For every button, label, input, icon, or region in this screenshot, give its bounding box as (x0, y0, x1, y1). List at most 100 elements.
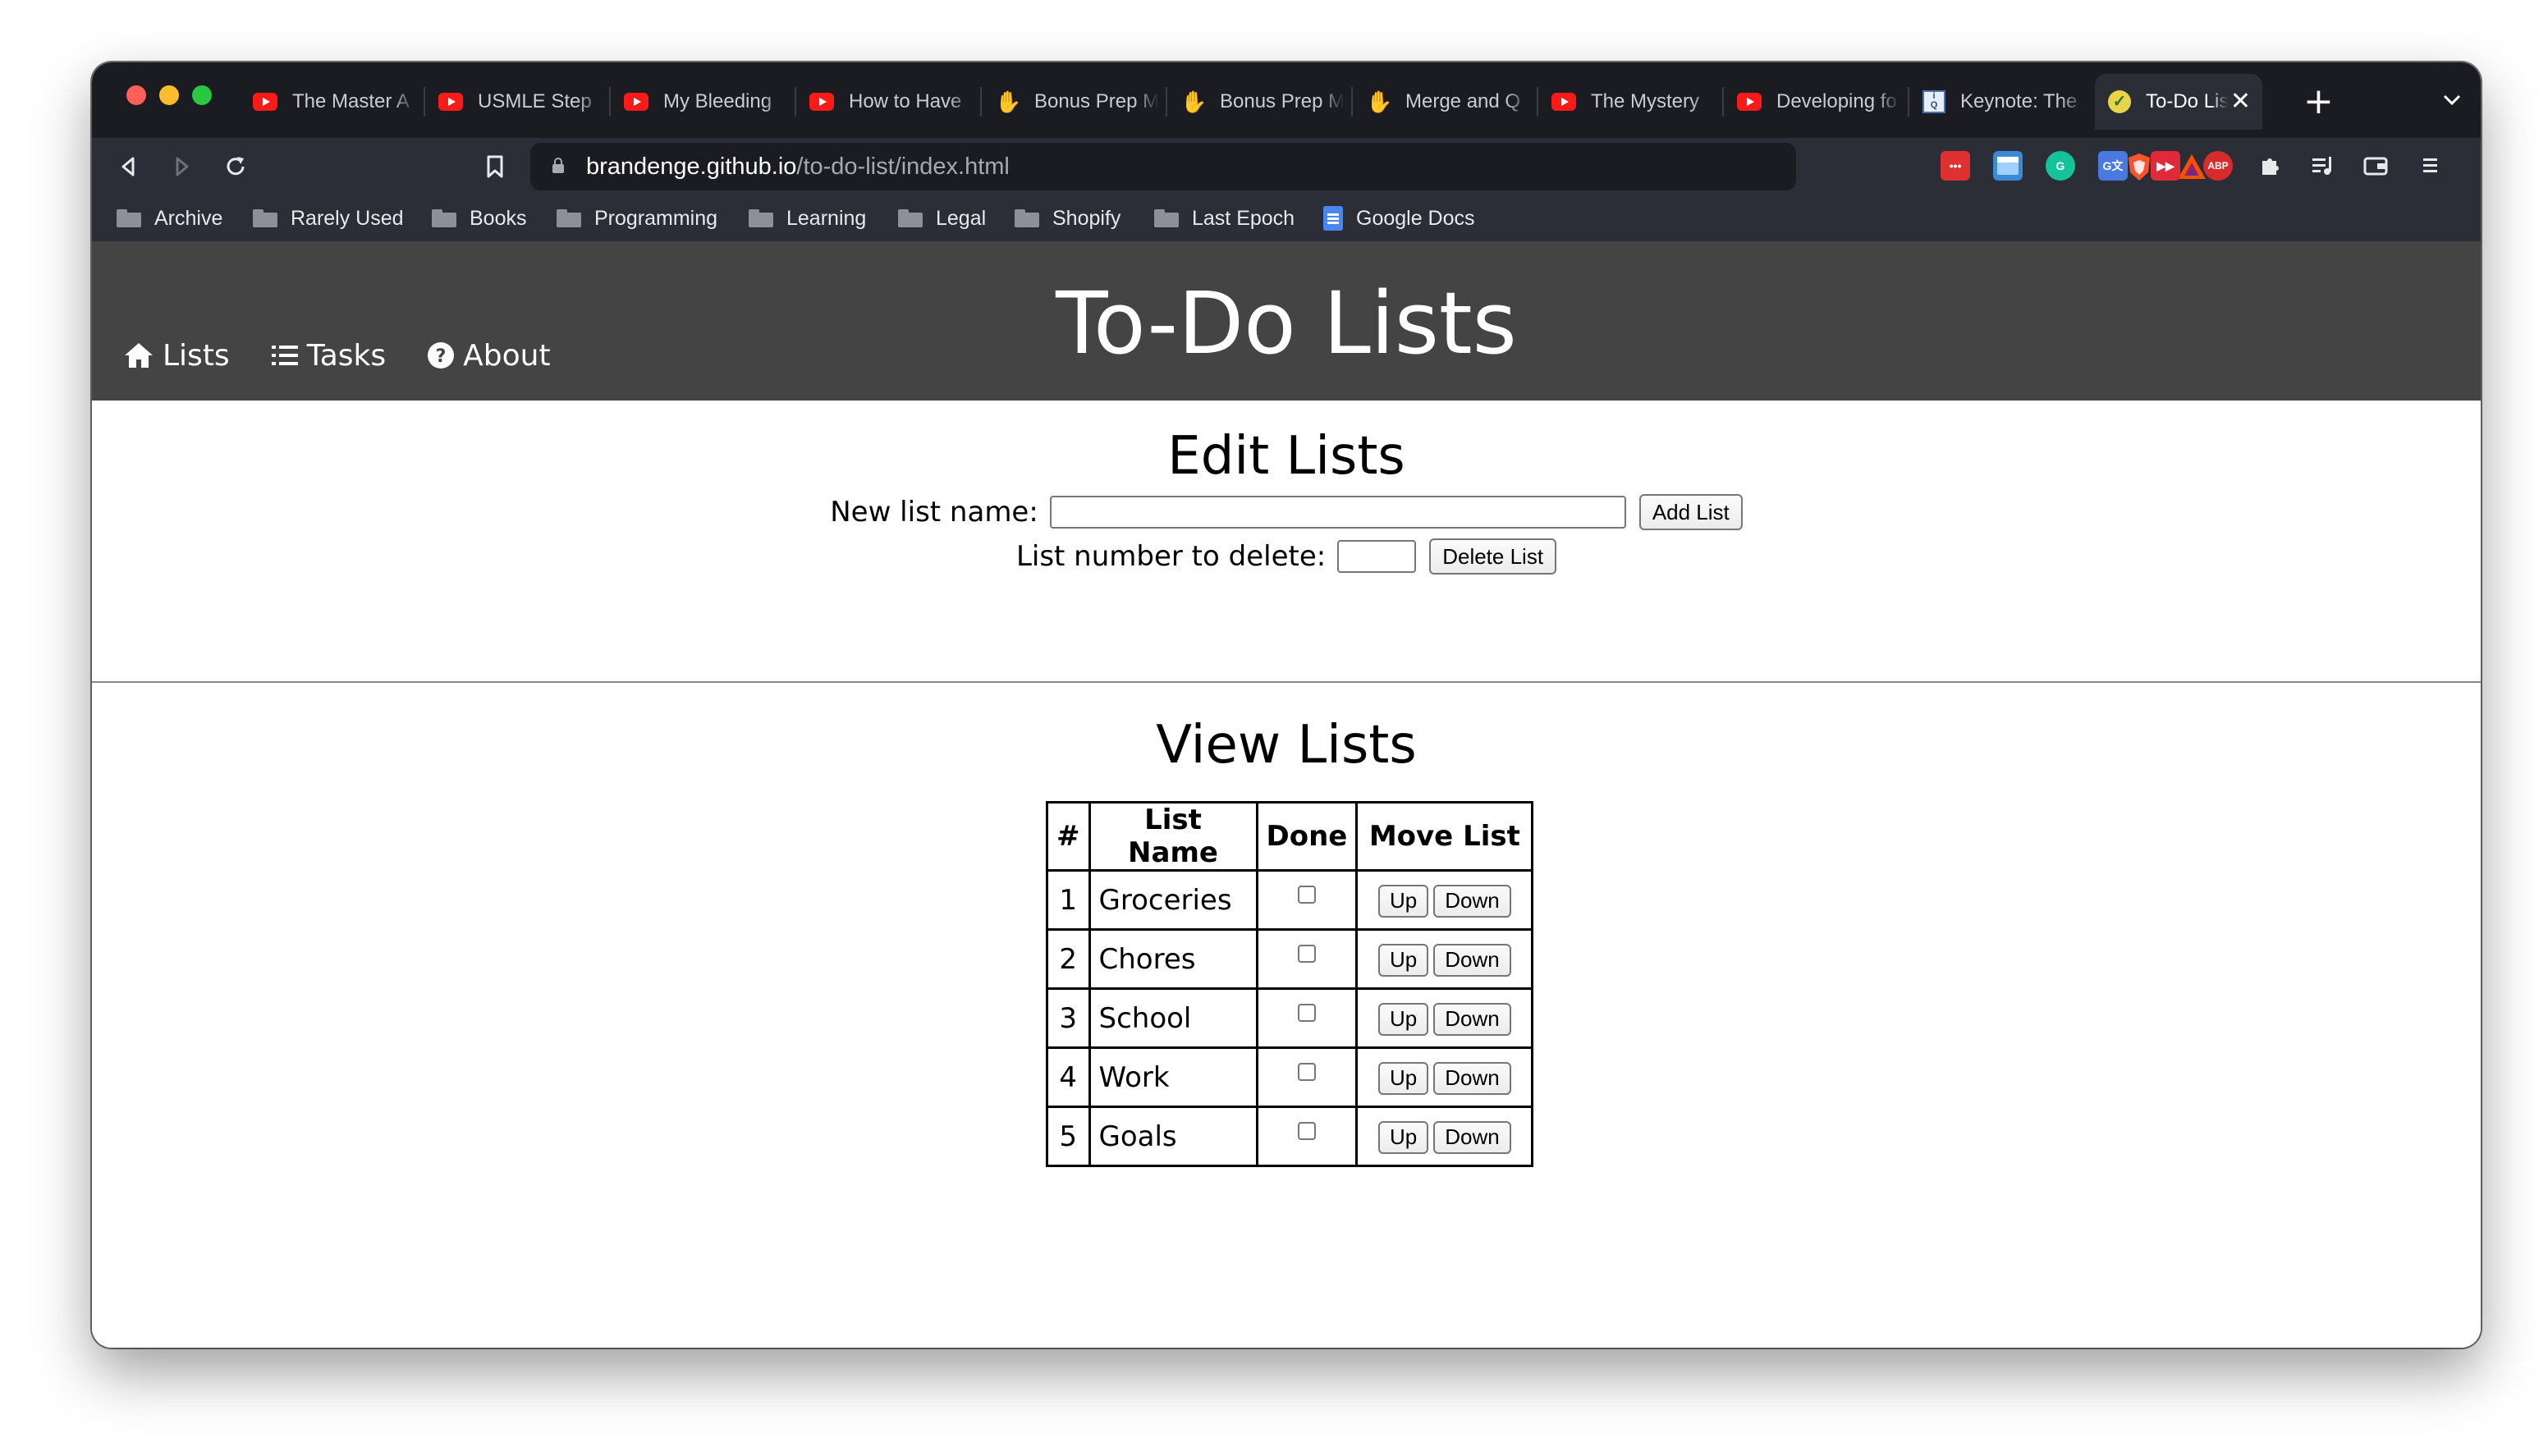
browser-tab[interactable]: My Bleeding (611, 74, 795, 130)
todo-check-icon: ✓ (2108, 90, 2131, 113)
bookmark-folder[interactable]: Shopify (1015, 202, 1120, 235)
minimize-window-button[interactable] (159, 85, 179, 105)
list-number: 3 (1046, 987, 1091, 1049)
browser-tab[interactable]: ✋ Bonus Prep M (982, 74, 1166, 130)
grammarly-extension-icon[interactable]: G (2046, 151, 2075, 181)
folder-icon (898, 209, 923, 227)
browser-tab[interactable]: The Mystery (1538, 74, 1722, 130)
move-up-button[interactable]: Up (1377, 943, 1429, 977)
column-header: Move List (1355, 801, 1534, 872)
hand-icon: ✋ (1366, 89, 1393, 114)
table-header-row: # List Name Done Move List (1046, 801, 1534, 872)
nav-tasks-link[interactable]: Tasks (271, 337, 386, 374)
hand-icon: ✋ (1180, 89, 1208, 114)
site-header: To-Do Lists Lists Tasks ? About (92, 241, 2481, 401)
video-speed-extension-icon[interactable]: ▶▶ (2151, 151, 2180, 181)
table-row: 2 Chores Up Down (1046, 928, 1534, 990)
menu-icon[interactable] (2415, 151, 2445, 181)
tab-title: The Mystery (1591, 90, 1700, 112)
forward-button[interactable] (161, 146, 202, 187)
tab-title: Bonus Prep M (1220, 90, 1345, 112)
list-name: Work (1088, 1046, 1258, 1108)
column-header: # (1046, 801, 1091, 872)
google-docs-icon (1323, 206, 1343, 231)
move-up-button[interactable]: Up (1377, 884, 1429, 918)
browser-tab[interactable]: Developing fo (1724, 74, 1908, 130)
list-number: 1 (1046, 869, 1091, 931)
bookmark-folder[interactable]: Legal (898, 202, 986, 235)
url-host: brandenge.github.io (586, 153, 797, 180)
delete-number-input[interactable] (1337, 540, 1417, 573)
browser-window: The Master A USMLE Step My Bleeding How … (92, 62, 2481, 1348)
tab-title: To-Do Lis (2146, 90, 2228, 112)
chevron-down-icon[interactable] (2440, 84, 2464, 117)
browser-tab[interactable]: ✋ Bonus Prep M (1167, 74, 1351, 130)
wallet-icon[interactable] (2361, 151, 2390, 181)
move-up-button[interactable]: Up (1377, 1002, 1429, 1036)
browser-tab-active[interactable]: ✓ To-Do Lis ✕ (2095, 74, 2262, 130)
done-checkbox[interactable] (1297, 1004, 1316, 1022)
move-up-button[interactable]: Up (1377, 1061, 1429, 1095)
site-nav: Lists Tasks ? About (123, 337, 592, 374)
move-down-button[interactable]: Down (1433, 884, 1511, 918)
list-name: School (1088, 987, 1258, 1049)
hamburger-icon (2423, 158, 2437, 172)
playlist-lines-icon (2312, 157, 2331, 175)
new-list-label: New list name: (830, 496, 1038, 529)
tab-title: Developing fo (1776, 90, 1897, 112)
browser-tab[interactable]: The Master A (240, 74, 424, 130)
fullscreen-window-button[interactable] (192, 85, 212, 105)
move-cell: Up Down (1355, 928, 1534, 990)
done-checkbox[interactable] (1297, 1122, 1316, 1140)
bookmark-folder[interactable]: Learning (749, 202, 866, 235)
window-extension-icon[interactable] (1993, 151, 2023, 181)
list-number: 2 (1046, 928, 1091, 990)
lists-table: # List Name Done Move List 1 Groceries U… (1046, 801, 1534, 1167)
address-bar[interactable]: brandenge.github.io/to-do-list/index.htm… (530, 143, 2206, 190)
bookmark-folder[interactable]: Archive (117, 202, 222, 235)
delete-list-button[interactable]: Delete List (1429, 538, 1557, 575)
done-cell (1255, 1106, 1359, 1167)
bookmark-folder[interactable]: Books (432, 202, 526, 235)
browser-tab[interactable]: ✋ Merge and Q (1353, 74, 1537, 130)
list-name: Groceries (1088, 869, 1258, 931)
close-window-button[interactable] (126, 85, 146, 105)
move-down-button[interactable]: Down (1433, 1120, 1511, 1154)
move-down-button[interactable]: Down (1433, 943, 1511, 977)
bookmark-google-docs[interactable]: Google Docs (1323, 202, 1475, 235)
youtube-icon (1551, 93, 1576, 111)
adblock-plus-extension-icon[interactable]: ABP (2203, 151, 2233, 181)
extensions-puzzle-icon[interactable] (2256, 151, 2285, 181)
move-down-button[interactable]: Down (1433, 1061, 1511, 1095)
nav-lists-link[interactable]: Lists (123, 337, 230, 374)
google-translate-extension-icon[interactable]: G文 (2098, 151, 2128, 181)
new-tab-button[interactable]: + (2303, 77, 2334, 126)
new-list-input[interactable] (1049, 496, 1626, 529)
browser-tab[interactable]: iQ Keynote: The (1909, 74, 2093, 130)
back-button[interactable] (108, 146, 149, 187)
close-tab-icon[interactable]: ✕ (2230, 85, 2251, 118)
done-checkbox[interactable] (1297, 945, 1316, 963)
view-lists-heading: View Lists (1156, 715, 1417, 776)
nav-about-link[interactable]: ? About (427, 337, 551, 374)
playlist-icon[interactable] (2308, 151, 2338, 181)
bookmark-folder[interactable]: Programming (557, 202, 717, 235)
lastpass-extension-icon[interactable]: ••• (1941, 151, 1970, 181)
done-cell (1255, 1046, 1359, 1108)
youtube-icon (1737, 93, 1762, 111)
list-name: Goals (1088, 1106, 1258, 1167)
move-down-button[interactable]: Down (1433, 1002, 1511, 1036)
browser-tab[interactable]: USMLE Step (425, 74, 609, 130)
add-list-button[interactable]: Add List (1638, 494, 1743, 530)
browser-tab[interactable]: How to Have (796, 74, 980, 130)
table-row: 4 Work Up Down (1046, 1046, 1534, 1108)
tab-title: My Bleeding (663, 90, 772, 112)
done-checkbox[interactable] (1297, 886, 1316, 904)
bookmark-folder[interactable]: Rarely Used (253, 202, 404, 235)
reload-button[interactable] (215, 146, 256, 187)
bookmark-button[interactable] (474, 146, 516, 187)
bookmark-label: Legal (936, 206, 987, 230)
bookmark-folder[interactable]: Last Epoch (1154, 202, 1295, 235)
move-up-button[interactable]: Up (1377, 1120, 1429, 1154)
done-checkbox[interactable] (1297, 1063, 1316, 1081)
